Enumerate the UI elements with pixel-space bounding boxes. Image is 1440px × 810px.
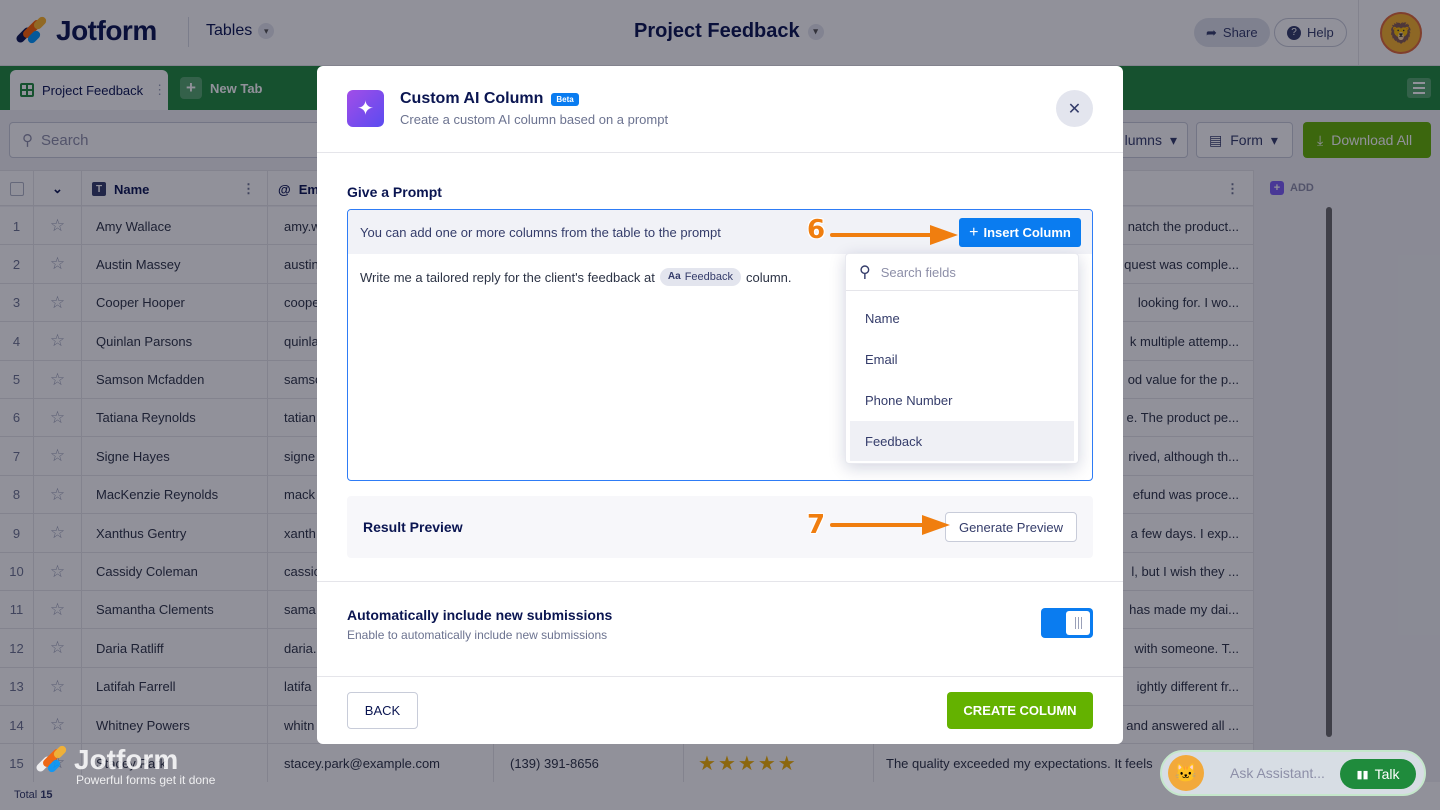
assistant-widget[interactable]: 🐱 Ask Assistant... ▮▮ Talk [1160, 750, 1426, 796]
search-icon: ⚲ [859, 264, 871, 281]
auto-include-toggle[interactable] [1041, 608, 1093, 638]
create-column-button[interactable]: CREATE COLUMN [947, 692, 1093, 729]
assistant-input[interactable]: Ask Assistant... [1230, 765, 1325, 781]
watermark-tagline: Powerful forms get it done [76, 773, 216, 787]
insert-column-button[interactable]: + Insert Column [959, 218, 1081, 247]
modal-title: Custom AI Column Beta [400, 90, 579, 108]
plus-icon: + [969, 223, 979, 241]
fields-search-input[interactable]: ⚲ Search fields [846, 254, 1078, 291]
column-chip[interactable]: Aa Feedback [659, 268, 741, 286]
step-number-7: 7 [807, 510, 826, 540]
result-preview: Result Preview Generate Preview [347, 496, 1093, 558]
modal-subtitle: Create a custom AI column based on a pro… [400, 112, 669, 127]
prompt-text[interactable]: Write me a tailored reply for the client… [360, 268, 792, 286]
auto-include-subtitle: Enable to automatically include new subm… [347, 628, 608, 642]
divider [317, 676, 1123, 677]
custom-ai-column-modal: ✦ Custom AI Column Beta Create a custom … [317, 66, 1123, 744]
fields-search-placeholder: Search fields [880, 264, 956, 280]
arrow-icon [830, 515, 950, 535]
divider [317, 581, 1123, 582]
talk-label: Talk [1374, 766, 1400, 782]
field-option-email[interactable]: Email [850, 339, 1074, 379]
talk-button[interactable]: ▮▮ Talk [1340, 759, 1416, 789]
prompt-text-after: column. [746, 269, 792, 285]
step-number-6: 6 [807, 215, 826, 245]
close-icon: ✕ [1067, 100, 1082, 118]
prompt-label: Give a Prompt [347, 184, 442, 200]
field-option-name[interactable]: Name [850, 298, 1074, 338]
prompt-hint-text: You can add one or more columns from the… [360, 224, 721, 240]
jotform-watermark: Jotform Powerful forms get it done [34, 744, 215, 787]
prompt-text-before: Write me a tailored reply for the client… [360, 269, 655, 285]
field-option-phone[interactable]: Phone Number [850, 380, 1074, 420]
modal-header: ✦ Custom AI Column Beta Create a custom … [317, 66, 1123, 153]
close-button[interactable]: ✕ [1056, 90, 1093, 127]
audio-wave-icon: ▮▮ [1356, 768, 1369, 781]
result-preview-label: Result Preview [363, 519, 463, 535]
toggle-knob [1066, 611, 1090, 635]
beta-badge: Beta [551, 92, 579, 106]
auto-include-title: Automatically include new submissions [347, 607, 613, 623]
jotform-logo-icon [34, 744, 68, 775]
arrow-icon [830, 225, 958, 245]
text-type-icon: Aa [667, 271, 681, 282]
ai-sparkle-icon: ✦ [347, 90, 384, 127]
modal-title-text: Custom AI Column [400, 90, 544, 107]
generate-preview-button[interactable]: Generate Preview [945, 512, 1077, 542]
field-option-feedback[interactable]: Feedback [850, 421, 1074, 461]
insert-column-label: Insert Column [983, 225, 1071, 240]
assistant-avatar-icon: 🐱 [1168, 755, 1204, 791]
fields-dropdown: ⚲ Search fields Name Email Phone Number … [845, 253, 1079, 464]
watermark-brand: Jotform [74, 744, 179, 775]
column-chip-label: Feedback [684, 271, 733, 283]
back-button[interactable]: BACK [347, 692, 418, 729]
